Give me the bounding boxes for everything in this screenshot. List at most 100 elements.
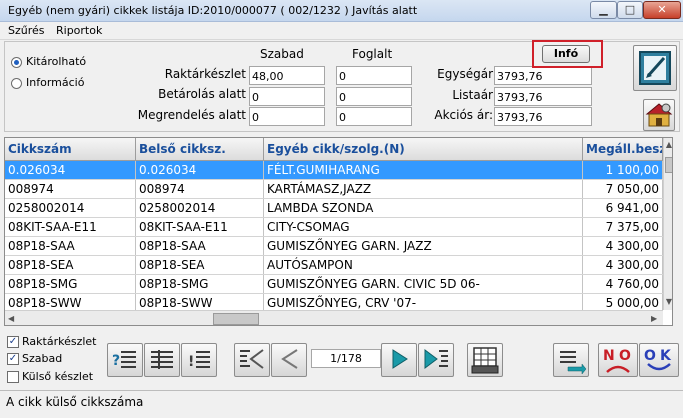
cell-egyeb-cikk: GUMISZŐNYEG GARN. CIVIC 5D 06- [264,275,583,293]
header-egyeb-cikk[interactable]: Egyéb cikk/szolg.(N) [264,138,583,161]
items-table: Cikkszám Belső cikksz. Egyéb cikk/szolg.… [4,137,673,326]
betarolas-foglalt-field[interactable]: 0 [336,87,412,106]
close-icon: ✕ [657,3,667,16]
scroll-up-icon[interactable]: ▲ [664,140,672,149]
table-row[interactable]: 008974 008974 KARTÁMASZ,JAZZ 7 050,00 [5,180,663,199]
cell-megall-besz: 7 375,00 [583,218,663,236]
print-grid-icon [471,347,499,374]
checkbox-szabad[interactable]: ✓ [7,353,19,365]
cell-cikkszam: 008974 [5,180,136,198]
menu-szures[interactable]: Szűrés [8,24,45,37]
megrendeles-label: Megrendelés alatt [137,108,246,122]
akcios-field[interactable]: 3793,76 [494,107,592,126]
cell-belso-cikksz: 08P18-SEA [136,256,264,274]
menu-bar: Szűrés Riportok [0,22,683,40]
svg-text:?: ? [112,353,120,369]
minimize-button[interactable]: ▁ [590,1,617,19]
egysegar-field[interactable]: 3793,76 [494,66,592,85]
maximize-button[interactable]: □ [617,1,643,19]
page-indicator: 1/178 [311,349,381,368]
checkbox-kulso[interactable] [7,371,19,383]
megrendeles-foglalt-field[interactable]: 0 [336,107,412,126]
checkbox-szabad-label: Szabad [22,352,63,365]
cell-megall-besz: 7 050,00 [583,180,663,198]
first-page-button[interactable] [234,343,270,377]
cell-belso-cikksz: 08KIT-SAA-E11 [136,218,264,236]
megrendeles-szabad-field[interactable]: 0 [249,107,325,126]
raktarkeszlet-szabad-field[interactable]: 48,00 [249,66,325,85]
print-button[interactable] [467,343,503,377]
listaar-field[interactable]: 3793,76 [494,87,592,106]
betarolas-szabad-field[interactable]: 0 [249,87,325,106]
radio-informacio-label: Információ [26,76,85,89]
cell-belso-cikksz: 0258002014 [136,199,264,217]
cell-cikkszam: 08KIT-SAA-E11 [5,218,136,236]
checkbox-raktarkeszlet[interactable]: ✓ [7,336,19,348]
raktarkeszlet-foglalt-field[interactable]: 0 [336,66,412,85]
vertical-scrollbar[interactable]: ▲ ▼ [663,138,672,310]
cell-egyeb-cikk: GUMISZŐNYEG GARN. JAZZ [264,237,583,255]
last-page-button[interactable] [418,343,454,377]
table-row[interactable]: 08KIT-SAA-E11 08KIT-SAA-E11 CITY-CSOMAG 7 3… [5,218,663,237]
list-icon [151,350,173,369]
list-exclamation-icon: ! [188,351,210,370]
table-row[interactable]: 08P18-SMG 08P18-SMG GUMISZŐNYEG GARN. CIVI… [5,275,663,294]
table-header: Cikkszám Belső cikksz. Egyéb cikk/szolg.… [5,138,663,161]
list-arrow-icon [560,351,587,375]
akcios-label: Akciós ár: [434,108,493,122]
title-bar: Egyéb (nem gyári) cikkek listája ID:2010… [0,0,683,22]
menu-riportok[interactable]: Riportok [56,24,102,37]
table-row[interactable]: 08P18-SEA 08P18-SEA AUTÓSAMPON 4 300,00 [5,256,663,275]
window-title: Egyéb (nem gyári) cikkek listája ID:2010… [8,4,418,17]
cell-megall-besz: 4 300,00 [583,237,663,255]
scroll-right-icon[interactable]: ▶ [651,314,657,323]
list-view-button[interactable] [144,343,180,377]
checkbox-kulso-label: Külső készlet [22,370,94,383]
table-row[interactable]: 08P18-SAA 08P18-SAA GUMISZŐNYEG GARN. JAZZ… [5,237,663,256]
previous-page-icon [281,349,298,369]
header-cikkszam[interactable]: Cikkszám [5,138,136,161]
radio-kitarolhato[interactable] [11,57,22,68]
radio-informacio[interactable] [11,78,22,89]
cell-cikkszam: 0.026034 [5,161,136,179]
status-bar: A cikk külső cikkszáma [0,390,683,418]
cell-egyeb-cikk: CITY-CSOMAG [264,218,583,236]
horizontal-scrollbar[interactable]: ◀ ▶ [5,310,663,325]
maximize-icon: □ [624,3,636,16]
table-row[interactable]: 0.026034 0.026034 FÉLT.GUMIHARANG 1 100,00 [5,161,663,180]
svg-text:O: O [619,348,631,364]
ok-button[interactable]: O K OK [639,343,679,377]
no-button[interactable]: N O NO [598,343,638,377]
header-belso-cikksz[interactable]: Belső cikksz. [136,138,264,161]
select-list-button[interactable] [553,343,589,377]
previous-page-button[interactable] [271,343,307,377]
edit-button[interactable] [633,45,677,91]
svg-text:K: K [660,348,672,364]
svg-text:O: O [644,348,656,364]
raktarkeszlet-label: Raktárkészlet [164,67,246,81]
horizontal-scroll-thumb[interactable] [213,313,259,325]
ok-face-icon: O K [644,348,672,371]
status-text: A cikk külső cikkszáma [6,395,144,409]
warehouse-button[interactable] [643,99,675,131]
next-page-button[interactable] [381,343,417,377]
table-row[interactable]: 0258002014 0258002014 LAMBDA SZONDA 6 941,0… [5,199,663,218]
vertical-scroll-thumb[interactable] [665,157,672,173]
scroll-left-icon[interactable]: ◀ [8,314,14,323]
cell-egyeb-cikk: FÉLT.GUMIHARANG [264,161,583,179]
list-alert-button[interactable]: ! [181,343,217,377]
cell-megall-besz: 4 760,00 [583,275,663,293]
listaar-label: Listaár [452,88,493,102]
close-button[interactable]: ✕ [643,1,681,19]
header-megall-besz[interactable]: Megáll.besz [583,138,663,161]
edit-document-icon [639,51,671,85]
cell-megall-besz: 4 300,00 [583,256,663,274]
search-list-button[interactable]: ? [107,343,143,377]
betarolas-label: Betárolás alatt [158,87,246,101]
info-button[interactable]: Infó [542,45,590,63]
scroll-down-icon[interactable]: ▼ [664,297,672,306]
cell-cikkszam: 08P18-SMG [5,275,136,293]
cell-egyeb-cikk: AUTÓSAMPON [264,256,583,274]
cell-egyeb-cikk: KARTÁMASZ,JAZZ [264,180,583,198]
cell-cikkszam: 08P18-SEA [5,256,136,274]
